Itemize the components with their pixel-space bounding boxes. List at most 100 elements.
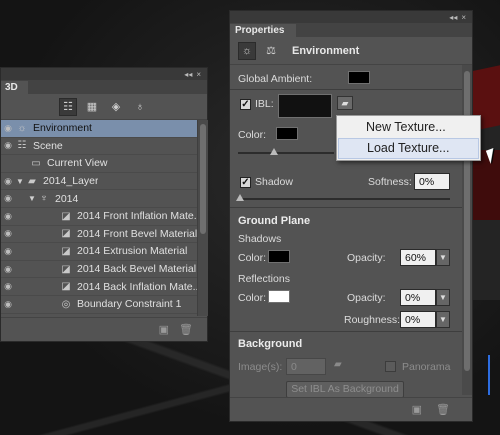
background-heading: Background xyxy=(238,338,303,350)
visibility-eye-icon[interactable]: ◉ xyxy=(1,176,15,187)
close-icon[interactable]: × xyxy=(196,70,201,79)
tree-row-environment[interactable]: ◉ ☼ Environment xyxy=(1,120,197,138)
tree-row-constraint[interactable]: ◉ ◎ Boundary Constraint 1 xyxy=(1,296,197,314)
material-icon: ◪ xyxy=(61,210,71,222)
menu-item-load-texture[interactable]: Load Texture... xyxy=(338,138,479,159)
visibility-eye-icon[interactable]: ◉ xyxy=(1,193,15,204)
slider-knob[interactable] xyxy=(236,194,244,201)
divider xyxy=(230,89,462,90)
slider-knob[interactable] xyxy=(270,148,278,155)
reflections-opacity-label: Opacity: xyxy=(347,292,386,304)
roughness-field[interactable]: 0% xyxy=(400,311,436,328)
visibility-eye-icon[interactable]: ◉ xyxy=(1,123,15,134)
material-filter-icon[interactable]: ◈ xyxy=(107,98,125,116)
filter-bar: ☷ ▦ ◈ ♁ xyxy=(1,94,207,120)
ibl-checkbox[interactable]: ✓ xyxy=(240,99,251,110)
folder-icon[interactable]: ▰ xyxy=(334,359,342,370)
panel-footer: ▣ 🗑 xyxy=(230,397,472,421)
material-icon: ◪ xyxy=(61,228,71,240)
material-icon: ◪ xyxy=(61,263,71,275)
tree-row-2014[interactable]: ◉ ▼ ♆ 2014 xyxy=(1,190,197,208)
tree-row-label: Scene xyxy=(33,139,63,152)
shadows-color-swatch[interactable] xyxy=(268,250,290,263)
properties-title: Environment xyxy=(292,44,360,57)
shadows-opacity-label: Opacity: xyxy=(347,252,386,264)
panel-topbar: ◂◂ × xyxy=(230,11,472,23)
shadows-subheading: Shadows xyxy=(238,233,282,245)
scene-tree: ◉ ☼ Environment ◉ ☷ Scene ▭ Current View… xyxy=(1,120,197,316)
tree-row-label: 2014 Back Inflation Mate... xyxy=(77,280,197,293)
ibl-color-swatch[interactable] xyxy=(276,127,298,140)
expand-triangle-icon[interactable]: ▼ xyxy=(15,177,25,186)
reflections-subheading: Reflections xyxy=(238,273,290,285)
properties-header: ☼ ⚖ Environment xyxy=(230,37,472,65)
scene-icon: ☷ xyxy=(17,140,27,152)
trash-icon[interactable]: 🗑 xyxy=(179,323,193,336)
mesh-filter-icon[interactable]: ▦ xyxy=(83,98,101,116)
panorama-checkbox[interactable] xyxy=(385,361,396,372)
softness-field[interactable]: 0% xyxy=(414,173,450,190)
tree-row-material[interactable]: ◉ ◪ 2014 Back Inflation Mate... xyxy=(1,278,197,296)
images-field[interactable]: 0 xyxy=(286,358,326,375)
shadow-checkbox[interactable]: ✓ xyxy=(240,177,251,188)
tree-row-material[interactable]: ◉ ◪ 2014 Extrusion Material xyxy=(1,243,197,261)
shadows-opacity-field[interactable]: 60% xyxy=(400,249,436,266)
tree-row-material[interactable]: ◉ ◪ 2014 Back Bevel Material xyxy=(1,261,197,279)
softness-slider[interactable] xyxy=(238,198,450,200)
panorama-label: Panorama xyxy=(402,361,451,373)
camera-icon: ▭ xyxy=(31,157,41,169)
collapse-icon[interactable]: ◂◂ xyxy=(449,13,457,22)
visibility-eye-icon[interactable]: ◉ xyxy=(1,211,15,222)
reflections-opacity-field[interactable]: 0% xyxy=(400,289,436,306)
tree-row-current-view[interactable]: ▭ Current View xyxy=(1,155,197,173)
tab-3d[interactable]: 3D xyxy=(1,81,28,94)
environment-icon[interactable]: ☼ xyxy=(238,41,256,60)
visibility-eye-icon[interactable]: ◉ xyxy=(1,228,15,239)
chevron-down-icon[interactable]: ▼ xyxy=(436,311,450,328)
visibility-eye-icon[interactable]: ◉ xyxy=(1,140,15,151)
tree-row-label: Current View xyxy=(47,157,108,170)
intensity-slider[interactable] xyxy=(238,152,334,154)
reflections-color-swatch[interactable] xyxy=(268,290,290,303)
scene-filter-icon[interactable]: ☷ xyxy=(59,97,77,116)
mesh-icon: ♆ xyxy=(40,193,48,205)
ground-plane-heading: Ground Plane xyxy=(238,215,311,227)
shadows-color-label: Color: xyxy=(238,252,267,264)
tree-row-scene[interactable]: ◉ ☷ Scene xyxy=(1,138,197,156)
visibility-eye-icon[interactable]: ◉ xyxy=(1,299,15,310)
panel-topbar: ◂◂ × xyxy=(1,68,207,80)
tree-row-material[interactable]: ◉ ◪ 2014 Front Inflation Mate... xyxy=(1,208,197,226)
panel-tabbar: Properties xyxy=(230,23,472,37)
close-icon[interactable]: × xyxy=(461,13,466,22)
tree-row-label: Boundary Constraint 1 xyxy=(77,298,182,311)
ibl-texture-preview[interactable] xyxy=(278,94,332,118)
chevron-down-icon[interactable]: ▼ xyxy=(436,289,450,306)
global-ambient-swatch[interactable] xyxy=(348,71,370,84)
visibility-eye-icon[interactable]: ◉ xyxy=(1,281,15,292)
tree-row-label: 2014 Front Bevel Material xyxy=(77,227,197,240)
light-filter-icon[interactable]: ♁ xyxy=(131,98,149,116)
tree-scrollbar[interactable] xyxy=(197,120,208,316)
visibility-eye-icon[interactable]: ◉ xyxy=(1,246,15,257)
material-icon: ◪ xyxy=(61,281,71,293)
reflections-color-label: Color: xyxy=(238,292,267,304)
scale-icon[interactable]: ⚖ xyxy=(262,42,280,60)
add-object-icon[interactable]: ▣ xyxy=(159,323,169,336)
render-icon[interactable]: ▣ xyxy=(412,403,422,416)
visibility-eye-icon[interactable]: ◉ xyxy=(1,264,15,275)
environment-icon: ☼ xyxy=(17,122,27,134)
ibl-label: IBL: xyxy=(255,98,274,110)
axis-widget xyxy=(488,355,490,395)
chevron-down-icon[interactable]: ▼ xyxy=(436,249,450,266)
collapse-icon[interactable]: ◂◂ xyxy=(184,70,192,79)
expand-triangle-icon[interactable]: ▼ xyxy=(27,194,37,203)
tree-row-2014-layer[interactable]: ◉ ▼ ▰ 2014_Layer xyxy=(1,173,197,191)
menu-item-new-texture[interactable]: New Texture... xyxy=(338,117,479,138)
folder-icon[interactable]: ▰ xyxy=(337,96,353,110)
set-ibl-as-background-button[interactable]: Set IBL As Background xyxy=(286,381,404,398)
color-label: Color: xyxy=(238,129,267,141)
tab-properties[interactable]: Properties xyxy=(230,24,297,37)
scrollbar-thumb[interactable] xyxy=(200,124,206,234)
trash-icon[interactable]: 🗑 xyxy=(436,403,450,416)
tree-row-material[interactable]: ◉ ◪ 2014 Front Bevel Material xyxy=(1,226,197,244)
